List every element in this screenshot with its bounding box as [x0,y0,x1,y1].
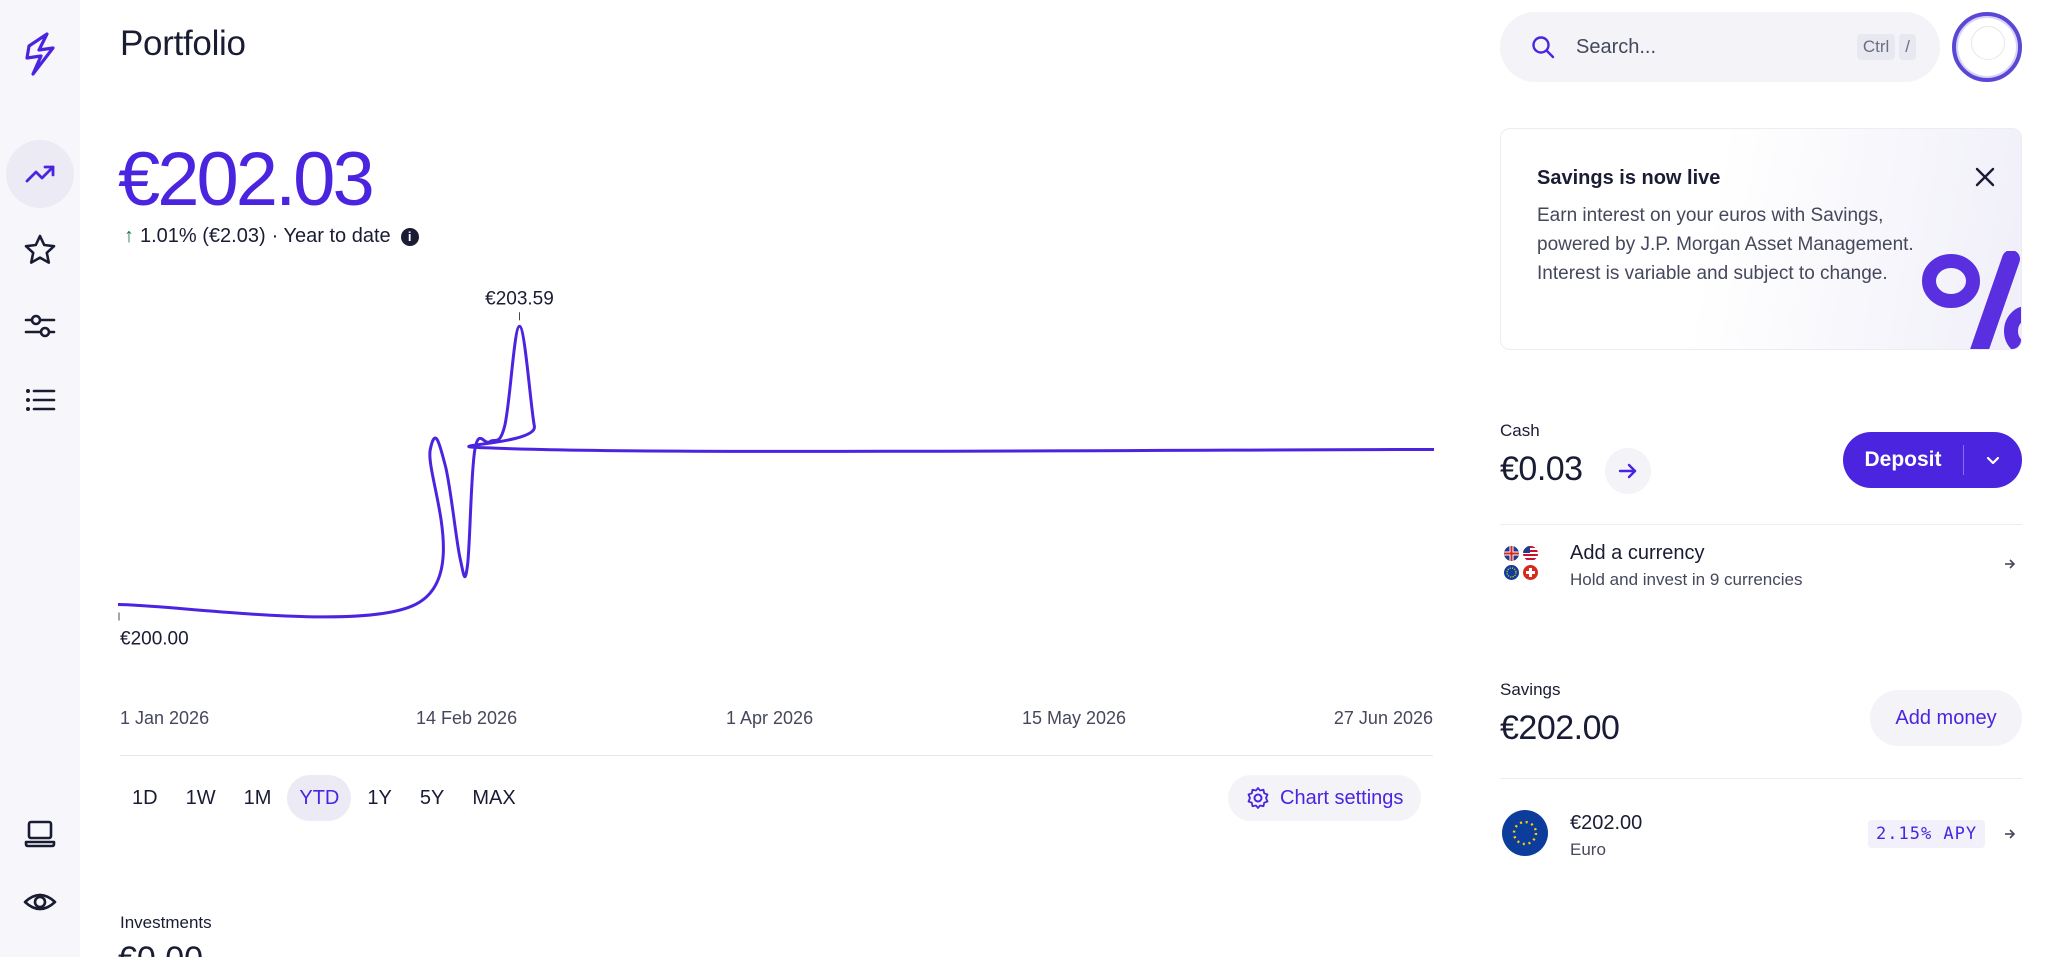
savings-row-currency: Euro [1570,840,1606,859]
sliders-icon [24,314,56,338]
chart-svg: €203.59 €200.00 [117,288,1435,650]
us-flag-icon [1523,546,1538,561]
app-logo-icon[interactable] [19,30,61,78]
high-value-label: €203.59 [485,288,554,309]
add-money-button[interactable]: Add money [1870,690,2022,746]
star-icon [24,234,56,264]
savings-label: Savings [1500,680,1561,699]
x-tick-label: 27 Jun 2026 [1333,708,1433,728]
chart-divider [120,755,1433,756]
range-1y-button[interactable]: 1Y [355,775,403,821]
chart-settings-label: Chart settings [1280,786,1404,809]
range-1d-button[interactable]: 1D [120,775,170,821]
eu-flag-icon [1502,810,1548,856]
eu-flag-small-icon [1504,565,1519,580]
avatar[interactable] [1952,12,2022,82]
investments-label: Investments [120,913,212,932]
info-icon[interactable]: i [400,227,419,246]
sidebar-item-portfolio[interactable] [6,140,74,208]
uk-flag-icon [1504,546,1519,561]
page-title: Portfolio [120,24,246,63]
percent-illustration-icon [1919,250,2021,349]
cash-details-button[interactable] [1605,448,1651,494]
search-input[interactable]: Search... [1576,36,1853,59]
sidebar-item-privacy[interactable] [6,868,74,936]
range-ytd-button[interactable]: YTD [287,775,352,821]
deposit-button[interactable]: Deposit [1843,432,2022,488]
search-bar[interactable]: Search... Ctrl / [1500,12,1940,82]
portfolio-change: ↑ 1.01% (€2.03) · Year to date i [124,225,419,248]
row-divider [1500,778,2022,779]
eye-icon [23,893,57,911]
trending-up-icon [25,165,55,183]
change-period: · Year to date [271,225,391,247]
row-divider [1500,524,2022,525]
portfolio-value: €202.03 [118,137,375,222]
range-1w-button[interactable]: 1W [174,775,228,821]
portfolio-chart[interactable]: €203.59 €200.00 [117,288,1435,730]
search-icon [1532,36,1555,59]
x-tick-label: 1 Jan 2026 [120,708,210,728]
x-tick-label: 1 Apr 2026 [726,708,814,728]
gear-icon [1247,787,1269,809]
range-5y-button[interactable]: 5Y [408,775,456,821]
euro-savings-row[interactable]: €202.00 Euro 2.15% APY [1500,800,2022,870]
sidebar-item-watchlist[interactable] [6,216,74,284]
series-line [117,324,1435,619]
add-currency-subtitle: Hold and invest in 9 currencies [1570,570,1803,589]
ch-flag-icon [1523,565,1538,580]
sidebar-item-activity[interactable] [6,366,74,434]
cash-value: €0.03 [1500,450,1583,488]
savings-promo-card: Savings is now live Earn interest on you… [1500,128,2022,350]
shortcut-key-slash: / [1899,34,1916,60]
arrow-right-icon [1618,463,1637,479]
close-icon[interactable] [1965,157,2005,197]
low-value-label: €200.00 [120,629,189,650]
investments-value: €0.00 [118,940,203,957]
chevron-right-icon [2004,827,2016,843]
range-selector: 1D 1W 1M YTD 1Y 5Y MAX [120,775,528,821]
sidebar-item-desktop[interactable] [6,800,74,868]
promo-title: Savings is now live [1537,167,1721,189]
chevron-down-icon[interactable] [1964,452,2022,468]
chevron-right-icon [2004,557,2016,573]
range-max-button[interactable]: MAX [460,775,527,821]
deposit-label: Deposit [1864,448,1942,471]
currency-flags-icon [1504,546,1540,582]
add-currency-row[interactable]: Add a currency Hold and invest in 9 curr… [1500,530,2022,600]
x-tick-label: 14 Feb 2026 [416,708,518,728]
x-axis-labels: 1 Jan 2026 14 Feb 2026 1 Apr 2026 15 May… [120,708,1433,732]
range-1m-button[interactable]: 1M [232,775,284,821]
laptop-icon [24,820,56,848]
sidebar-item-filters[interactable] [6,292,74,360]
sidebar [0,0,80,957]
change-amount: 1.01% (€2.03) [140,225,266,247]
x-tick-label: 15 May 2026 [1022,708,1127,728]
savings-value: €202.00 [1500,709,1620,747]
shortcut-key-ctrl: Ctrl [1856,34,1896,60]
chart-settings-button[interactable]: Chart settings [1228,775,1422,821]
add-currency-title: Add a currency [1570,542,1705,564]
savings-row-amount: €202.00 [1570,812,1643,834]
apy-badge: 2.15% APY [1868,820,1986,848]
arrow-up-icon: ↑ [124,225,134,247]
promo-body: Earn interest on your euros with Savings… [1537,205,1914,284]
list-icon [26,389,56,411]
cash-label: Cash [1500,421,1540,440]
